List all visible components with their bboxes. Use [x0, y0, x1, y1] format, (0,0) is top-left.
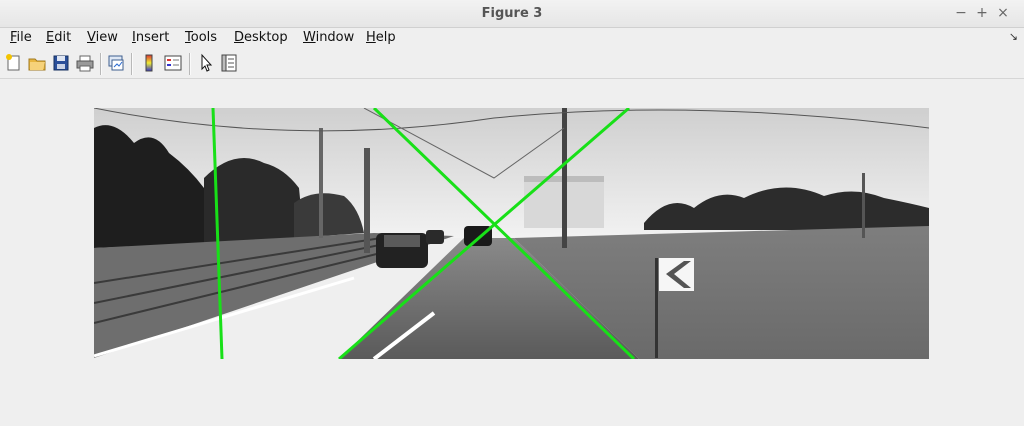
- menu-window[interactable]: Window: [301, 29, 356, 47]
- menu-edit[interactable]: Edit: [44, 29, 73, 47]
- toolbar-separator: [189, 53, 191, 75]
- road-image: [94, 108, 929, 359]
- window-titlebar: Figure 3 − + ×: [0, 0, 1024, 28]
- link-plot-icon[interactable]: [106, 53, 126, 73]
- new-figure-icon[interactable]: [4, 53, 24, 73]
- menu-insert[interactable]: Insert: [130, 29, 171, 47]
- window-title: Figure 3: [481, 6, 543, 21]
- save-icon[interactable]: [51, 53, 71, 73]
- menu-bar: File Edit View Insert Tools Desktop Wind…: [0, 28, 1024, 48]
- colorbar-icon[interactable]: [139, 53, 159, 73]
- menu-desktop[interactable]: Desktop: [232, 29, 290, 47]
- menu-file[interactable]: File: [8, 29, 34, 47]
- dock-arrow-icon[interactable]: ↘: [1009, 30, 1018, 43]
- close-button[interactable]: ×: [994, 4, 1012, 22]
- minimize-button[interactable]: −: [952, 4, 970, 22]
- property-inspector-icon[interactable]: [219, 53, 239, 73]
- maximize-button[interactable]: +: [973, 4, 991, 22]
- toolbar-separator: [100, 53, 102, 75]
- toolbar: [0, 49, 1024, 79]
- menu-help[interactable]: Help: [364, 29, 398, 47]
- chevron-sign: [659, 258, 694, 291]
- figure-canvas[interactable]: [0, 79, 1024, 426]
- image-axes[interactable]: [94, 108, 929, 359]
- pole: [364, 148, 370, 253]
- legend-icon[interactable]: [163, 53, 183, 73]
- menu-view[interactable]: View: [85, 29, 120, 47]
- toolbar-separator: [131, 53, 133, 75]
- print-icon[interactable]: [75, 53, 95, 73]
- select-pointer-icon[interactable]: [196, 53, 216, 73]
- menu-tools[interactable]: Tools: [183, 29, 219, 47]
- open-file-icon[interactable]: [27, 53, 47, 73]
